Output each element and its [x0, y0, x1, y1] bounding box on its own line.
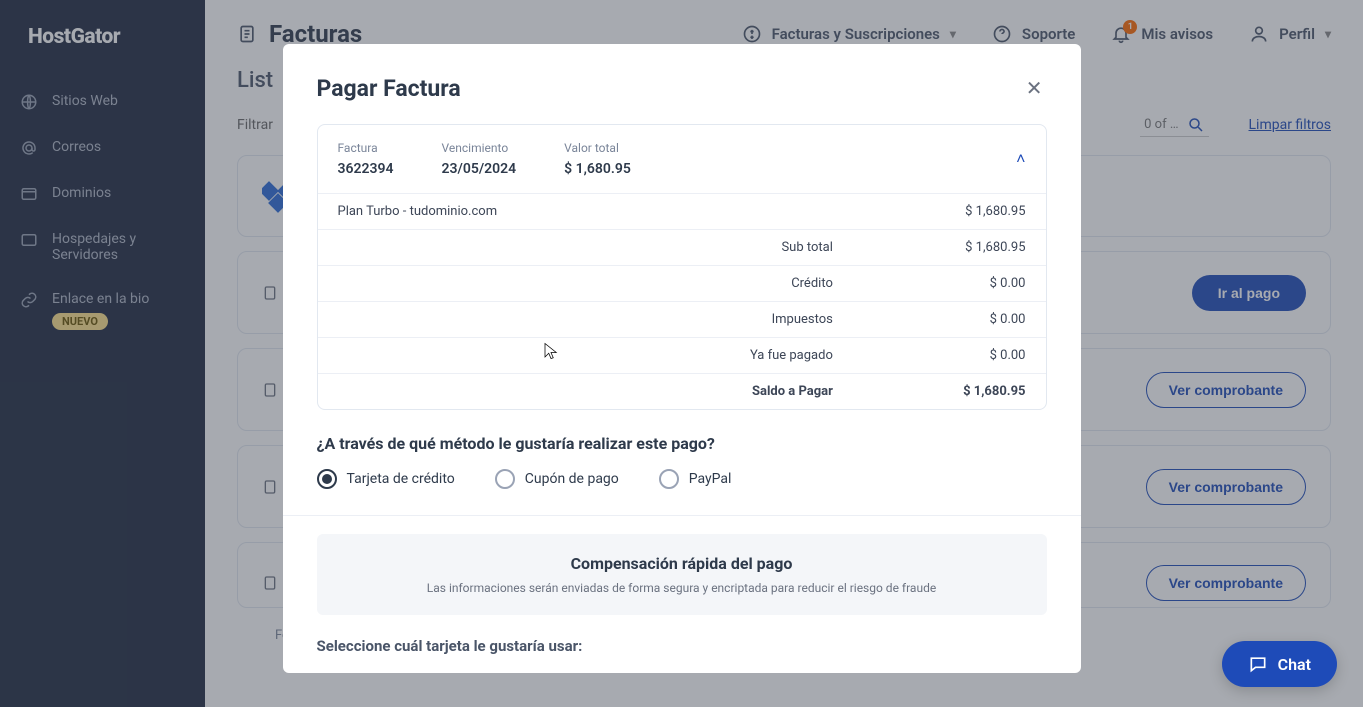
- payment-methods: Tarjeta de crédito Cupón de pago PayPal: [317, 469, 1047, 489]
- label-total: Valor total: [564, 141, 631, 155]
- row-value: $ 1,680.95: [833, 384, 1026, 399]
- label-due: Vencimiento: [442, 141, 517, 155]
- row-value: $ 0.00: [833, 348, 1026, 363]
- row-label: Saldo a Pagar: [420, 384, 833, 399]
- close-icon[interactable]: ✕: [1022, 72, 1047, 104]
- divider: [283, 515, 1081, 516]
- value-invoice: 3622394: [338, 161, 394, 177]
- row-balance: Saldo a Pagar $ 1,680.95: [318, 373, 1046, 409]
- fast-payment-info: Compensación rápida del pago Las informa…: [317, 534, 1047, 615]
- label-invoice: Factura: [338, 141, 394, 155]
- chat-label: Chat: [1278, 655, 1311, 674]
- radio-credit-card[interactable]: Tarjeta de crédito: [317, 469, 455, 489]
- row-label: Impuestos: [420, 312, 833, 327]
- row-label: Crédito: [420, 276, 833, 291]
- payment-method-question: ¿A través de qué método le gustaría real…: [317, 434, 1047, 453]
- modal-overlay[interactable]: Pagar Factura ✕ Factura 3622394 Vencimie…: [0, 0, 1363, 707]
- line-item: Plan Turbo - tudominio.com $ 1,680.95: [318, 193, 1046, 229]
- value-total: $ 1,680.95: [564, 161, 631, 177]
- row-subtotal: Sub total $ 1,680.95: [318, 229, 1046, 265]
- chevron-up-icon[interactable]: ˄: [1016, 149, 1025, 169]
- radio-label: PayPal: [689, 471, 732, 487]
- row-value: $ 0.00: [833, 276, 1026, 291]
- row-value: $ 1,680.95: [833, 240, 1026, 255]
- radio-coupon[interactable]: Cupón de pago: [495, 469, 619, 489]
- radio-label: Tarjeta de crédito: [347, 471, 455, 487]
- info-title: Compensación rápida del pago: [337, 554, 1027, 573]
- radio-label: Cupón de pago: [525, 471, 619, 487]
- row-label: Sub total: [420, 240, 833, 255]
- radio-unselected-icon: [495, 469, 515, 489]
- line-item-label: Plan Turbo - tudominio.com: [338, 204, 498, 219]
- pay-invoice-modal: Pagar Factura ✕ Factura 3622394 Vencimie…: [283, 44, 1081, 673]
- row-credit: Crédito $ 0.00: [318, 265, 1046, 301]
- invoice-summary: Factura 3622394 Vencimiento 23/05/2024 V…: [317, 124, 1047, 410]
- radio-unselected-icon: [659, 469, 679, 489]
- line-item-value: $ 1,680.95: [965, 204, 1025, 219]
- row-paid: Ya fue pagado $ 0.00: [318, 337, 1046, 373]
- radio-selected-icon: [317, 469, 337, 489]
- row-value: $ 0.00: [833, 312, 1026, 327]
- radio-paypal[interactable]: PayPal: [659, 469, 732, 489]
- value-due: 23/05/2024: [442, 161, 517, 177]
- row-label: Ya fue pagado: [420, 348, 833, 363]
- chat-button[interactable]: Chat: [1222, 641, 1337, 687]
- modal-title: Pagar Factura: [317, 75, 461, 102]
- row-tax: Impuestos $ 0.00: [318, 301, 1046, 337]
- info-subtitle: Las informaciones serán enviadas de form…: [337, 581, 1027, 595]
- select-card-question: Seleccione cuál tarjeta le gustaría usar…: [317, 637, 1047, 655]
